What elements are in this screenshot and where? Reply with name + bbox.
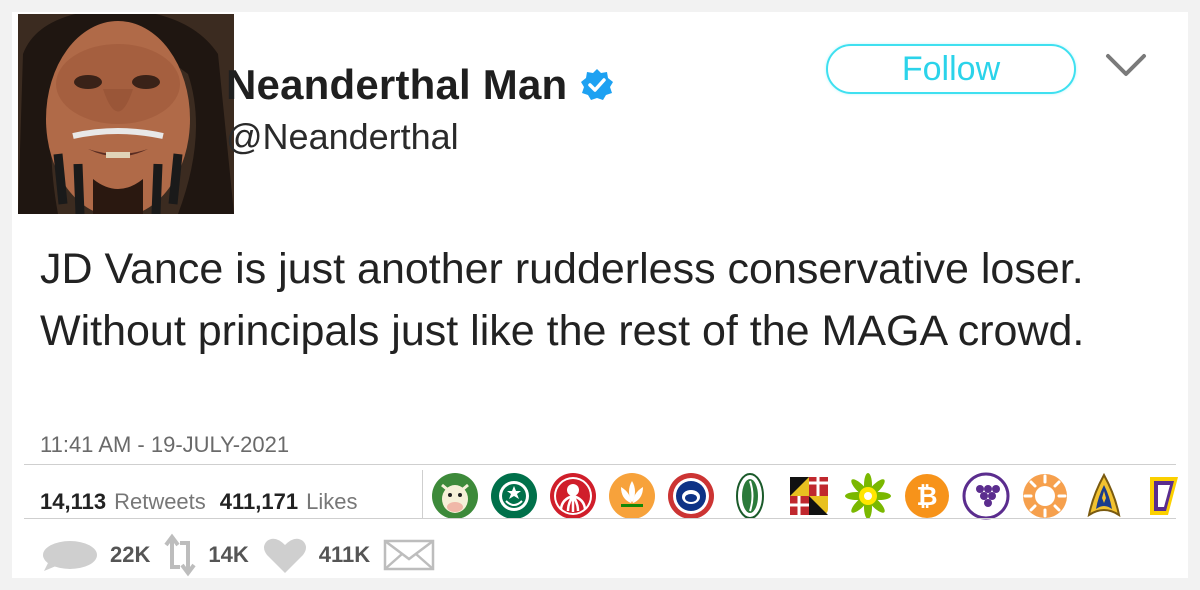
tweet-text: JD Vance is just another rudderless cons…: [40, 245, 1085, 355]
flag-logo-icon[interactable]: [1138, 471, 1188, 521]
reply-icon[interactable]: [40, 537, 100, 573]
hydra-logo-icon[interactable]: [548, 471, 598, 521]
follow-button[interactable]: Follow: [826, 44, 1076, 94]
liker-avatars: ₿: [430, 470, 1188, 522]
starbucks-logo-icon[interactable]: [489, 471, 539, 521]
tweet-timestamp[interactable]: 11:41 AM - 19-JULY-2021: [40, 432, 289, 458]
mail-icon[interactable]: [382, 537, 436, 573]
likes-count[interactable]: 411,171: [220, 489, 298, 515]
name-row: Neanderthal Man: [226, 60, 615, 110]
grapes-logo-icon[interactable]: [961, 471, 1011, 521]
verified-badge-icon: [581, 69, 614, 100]
bp-logo-icon[interactable]: [843, 471, 893, 521]
divider: [24, 518, 1176, 519]
display-name[interactable]: Neanderthal Man: [226, 61, 567, 109]
retweet-count: 14K: [208, 542, 249, 567]
sun-logo-icon[interactable]: [1020, 471, 1070, 521]
cubs-logo-icon[interactable]: [666, 471, 716, 521]
starfleet-logo-icon[interactable]: [1079, 471, 1129, 521]
avatar-portrait-image: [18, 14, 234, 214]
heart-icon[interactable]: [261, 535, 309, 575]
cow-logo-icon[interactable]: [430, 471, 480, 521]
seed-logo-icon[interactable]: [725, 471, 775, 521]
chevron-down-icon[interactable]: [1104, 50, 1148, 80]
retweets-count[interactable]: 14,113: [40, 489, 106, 515]
bitcoin-logo-icon[interactable]: ₿: [902, 471, 952, 521]
divider: [24, 464, 1176, 465]
action-bar: 22K 14K 411K: [40, 530, 436, 580]
avatar[interactable]: [18, 14, 234, 214]
reply-count: 22K: [110, 542, 151, 567]
retweet-icon[interactable]: [162, 533, 198, 577]
maryland-flag-icon[interactable]: [784, 471, 834, 521]
svg-text:₿: ₿: [916, 481, 937, 511]
likes-label[interactable]: Likes: [306, 489, 357, 515]
divider: [422, 470, 423, 518]
lotus-logo-icon[interactable]: [607, 471, 657, 521]
user-handle[interactable]: @Neanderthal: [226, 116, 459, 158]
retweets-label[interactable]: Retweets: [114, 489, 206, 515]
tweet-card: Neanderthal Man @Neanderthal Follow JD V…: [12, 12, 1188, 578]
like-count: 411K: [318, 542, 371, 567]
